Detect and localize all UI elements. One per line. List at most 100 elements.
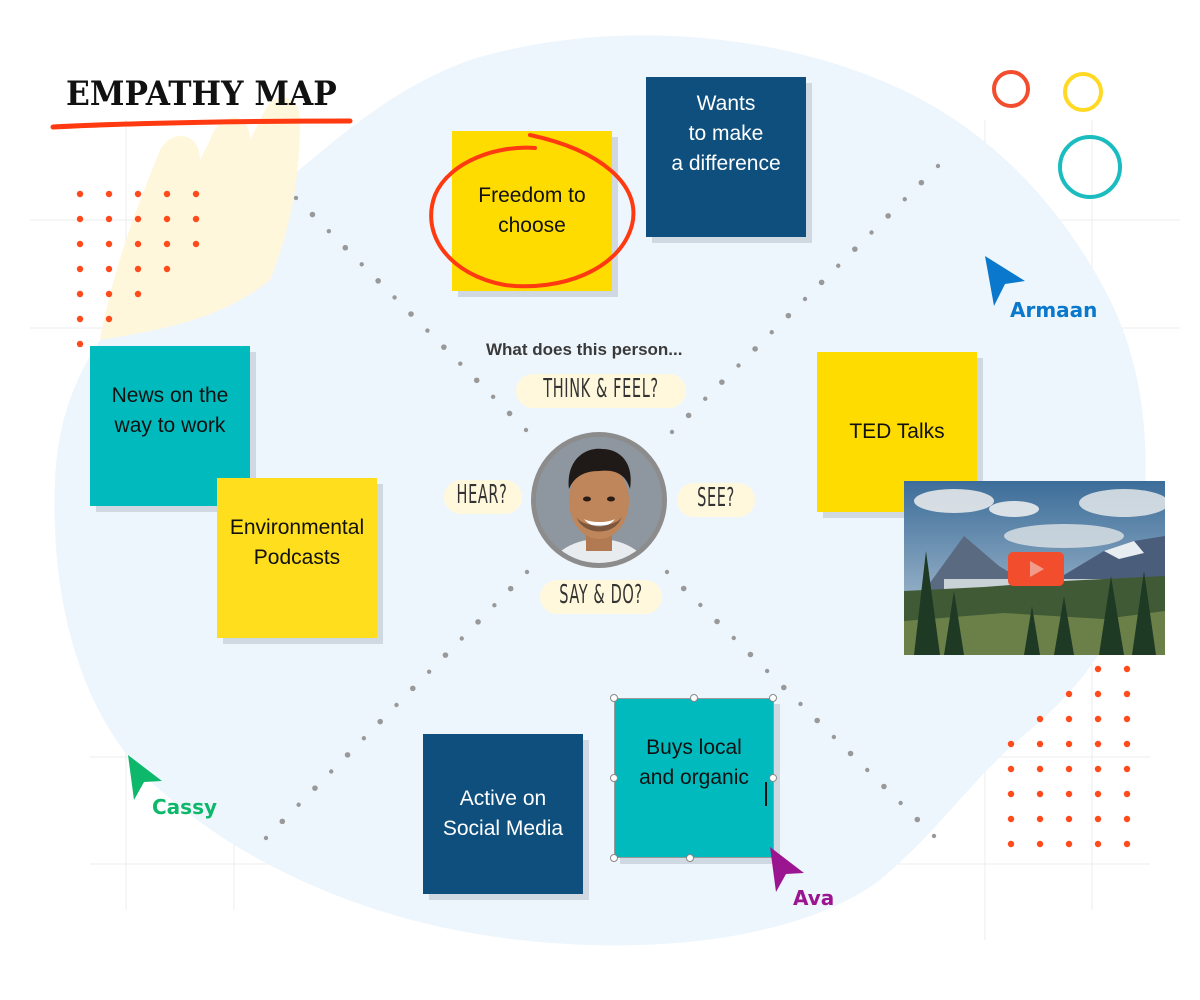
line-dot: [459, 636, 464, 641]
line-dot: [714, 618, 720, 625]
note-wants-to-make-difference[interactable]: Wants to make a difference: [646, 77, 806, 237]
decor-dot: [1036, 790, 1044, 798]
resize-handle-top[interactable]: [690, 694, 698, 702]
decor-dot: [1065, 790, 1073, 798]
line-dot: [885, 213, 891, 219]
line-dot: [523, 427, 529, 433]
line-dot: [375, 278, 381, 284]
resize-handle-bottom[interactable]: [686, 854, 694, 862]
line-dot: [935, 163, 941, 169]
decor-dot: [105, 240, 113, 248]
decor-dot: [1123, 740, 1131, 748]
decor-dot: [1036, 815, 1044, 823]
line-dot: [426, 669, 432, 674]
note-buys-local-and-organic[interactable]: Buys local and organic: [614, 698, 774, 858]
resize-handle-top-left[interactable]: [610, 694, 618, 702]
decor-dot: [1123, 840, 1131, 848]
decor-dot: [192, 240, 200, 248]
line-dot: [507, 585, 514, 592]
line-dot: [344, 752, 351, 758]
line-dot: [475, 619, 481, 625]
decor-dot: [1123, 665, 1131, 673]
line-dot: [394, 702, 399, 708]
decor-dot: [1123, 715, 1131, 723]
line-dot: [747, 651, 754, 658]
decor-dot: [76, 290, 84, 298]
line-dot: [752, 346, 758, 352]
line-dot: [326, 228, 332, 234]
line-dot: [918, 179, 925, 186]
video-embed[interactable]: [904, 481, 1165, 655]
decor-dot: [1065, 840, 1073, 848]
line-dot: [902, 197, 907, 202]
decor-dot: [1065, 765, 1073, 773]
decor-dot: [1007, 815, 1015, 823]
decor-dot: [1123, 790, 1131, 798]
prompt-see: SEE?: [697, 483, 735, 513]
decor-dot: [1036, 765, 1044, 773]
line-dot: [458, 361, 463, 366]
note-text[interactable]: Buys local and organic: [639, 733, 749, 793]
decor-dot: [105, 215, 113, 223]
resize-handle-top-right[interactable]: [769, 694, 777, 702]
video-thumbnail: [904, 481, 1165, 655]
page-title: EMPATHY MAP: [66, 74, 337, 114]
line-dot: [359, 262, 364, 267]
line-dot: [425, 328, 430, 333]
line-dot: [669, 429, 675, 435]
decor-dot: [192, 190, 200, 198]
line-dot: [898, 800, 903, 806]
note-active-on-social-media[interactable]: Active on Social Media: [423, 734, 583, 894]
line-dot: [785, 312, 792, 319]
line-dot: [312, 785, 318, 791]
decor-dot: [134, 215, 142, 223]
resize-handle-bottom-left[interactable]: [610, 854, 618, 862]
decor-dot: [1065, 715, 1073, 723]
line-dot: [818, 279, 825, 286]
resize-handle-left[interactable]: [610, 774, 618, 782]
decor-dot: [105, 315, 113, 323]
decor-dot: [1065, 740, 1073, 748]
decor-dot: [76, 240, 84, 248]
line-dot: [309, 211, 316, 218]
note-environmental-podcasts[interactable]: Environmental Podcasts: [217, 478, 377, 638]
decor-dot: [1007, 765, 1015, 773]
decor-dot: [134, 265, 142, 273]
decor-circle-red: [992, 70, 1030, 108]
line-dot: [473, 377, 480, 384]
line-dot: [296, 802, 301, 807]
line-dot: [798, 701, 803, 707]
line-dot: [361, 736, 367, 741]
central-question: What does this person...: [486, 340, 683, 359]
line-dot: [410, 685, 416, 692]
line-dot: [506, 410, 513, 417]
line-dot: [392, 295, 397, 300]
line-dot: [293, 195, 299, 201]
decor-dot: [105, 290, 113, 298]
line-dot: [764, 668, 770, 674]
decor-dot: [1036, 840, 1044, 848]
decor-dot: [76, 190, 84, 198]
decor-dot: [134, 290, 142, 298]
decor-dot: [1094, 765, 1102, 773]
decor-dot: [1007, 790, 1015, 798]
decor-dot: [1094, 740, 1102, 748]
decor-circle-yellow: [1063, 72, 1103, 112]
line-dot: [881, 783, 887, 790]
line-dot: [442, 652, 449, 658]
person-photo: [536, 437, 662, 563]
decor-dot: [1065, 690, 1073, 698]
collaborator-name-ava: Ava: [793, 886, 835, 910]
line-dot: [865, 767, 870, 773]
line-dot: [685, 412, 692, 419]
resize-handle-right[interactable]: [769, 774, 777, 782]
line-dot: [680, 585, 687, 592]
line-dot: [329, 769, 334, 774]
decor-dot: [105, 190, 113, 198]
line-dot: [408, 311, 414, 317]
line-dot: [869, 230, 874, 235]
line-dot: [847, 750, 854, 757]
collaborator-name-cassy: Cassy: [152, 795, 218, 819]
note-freedom-to-choose[interactable]: Freedom to choose: [452, 131, 612, 291]
line-dot: [441, 344, 447, 350]
